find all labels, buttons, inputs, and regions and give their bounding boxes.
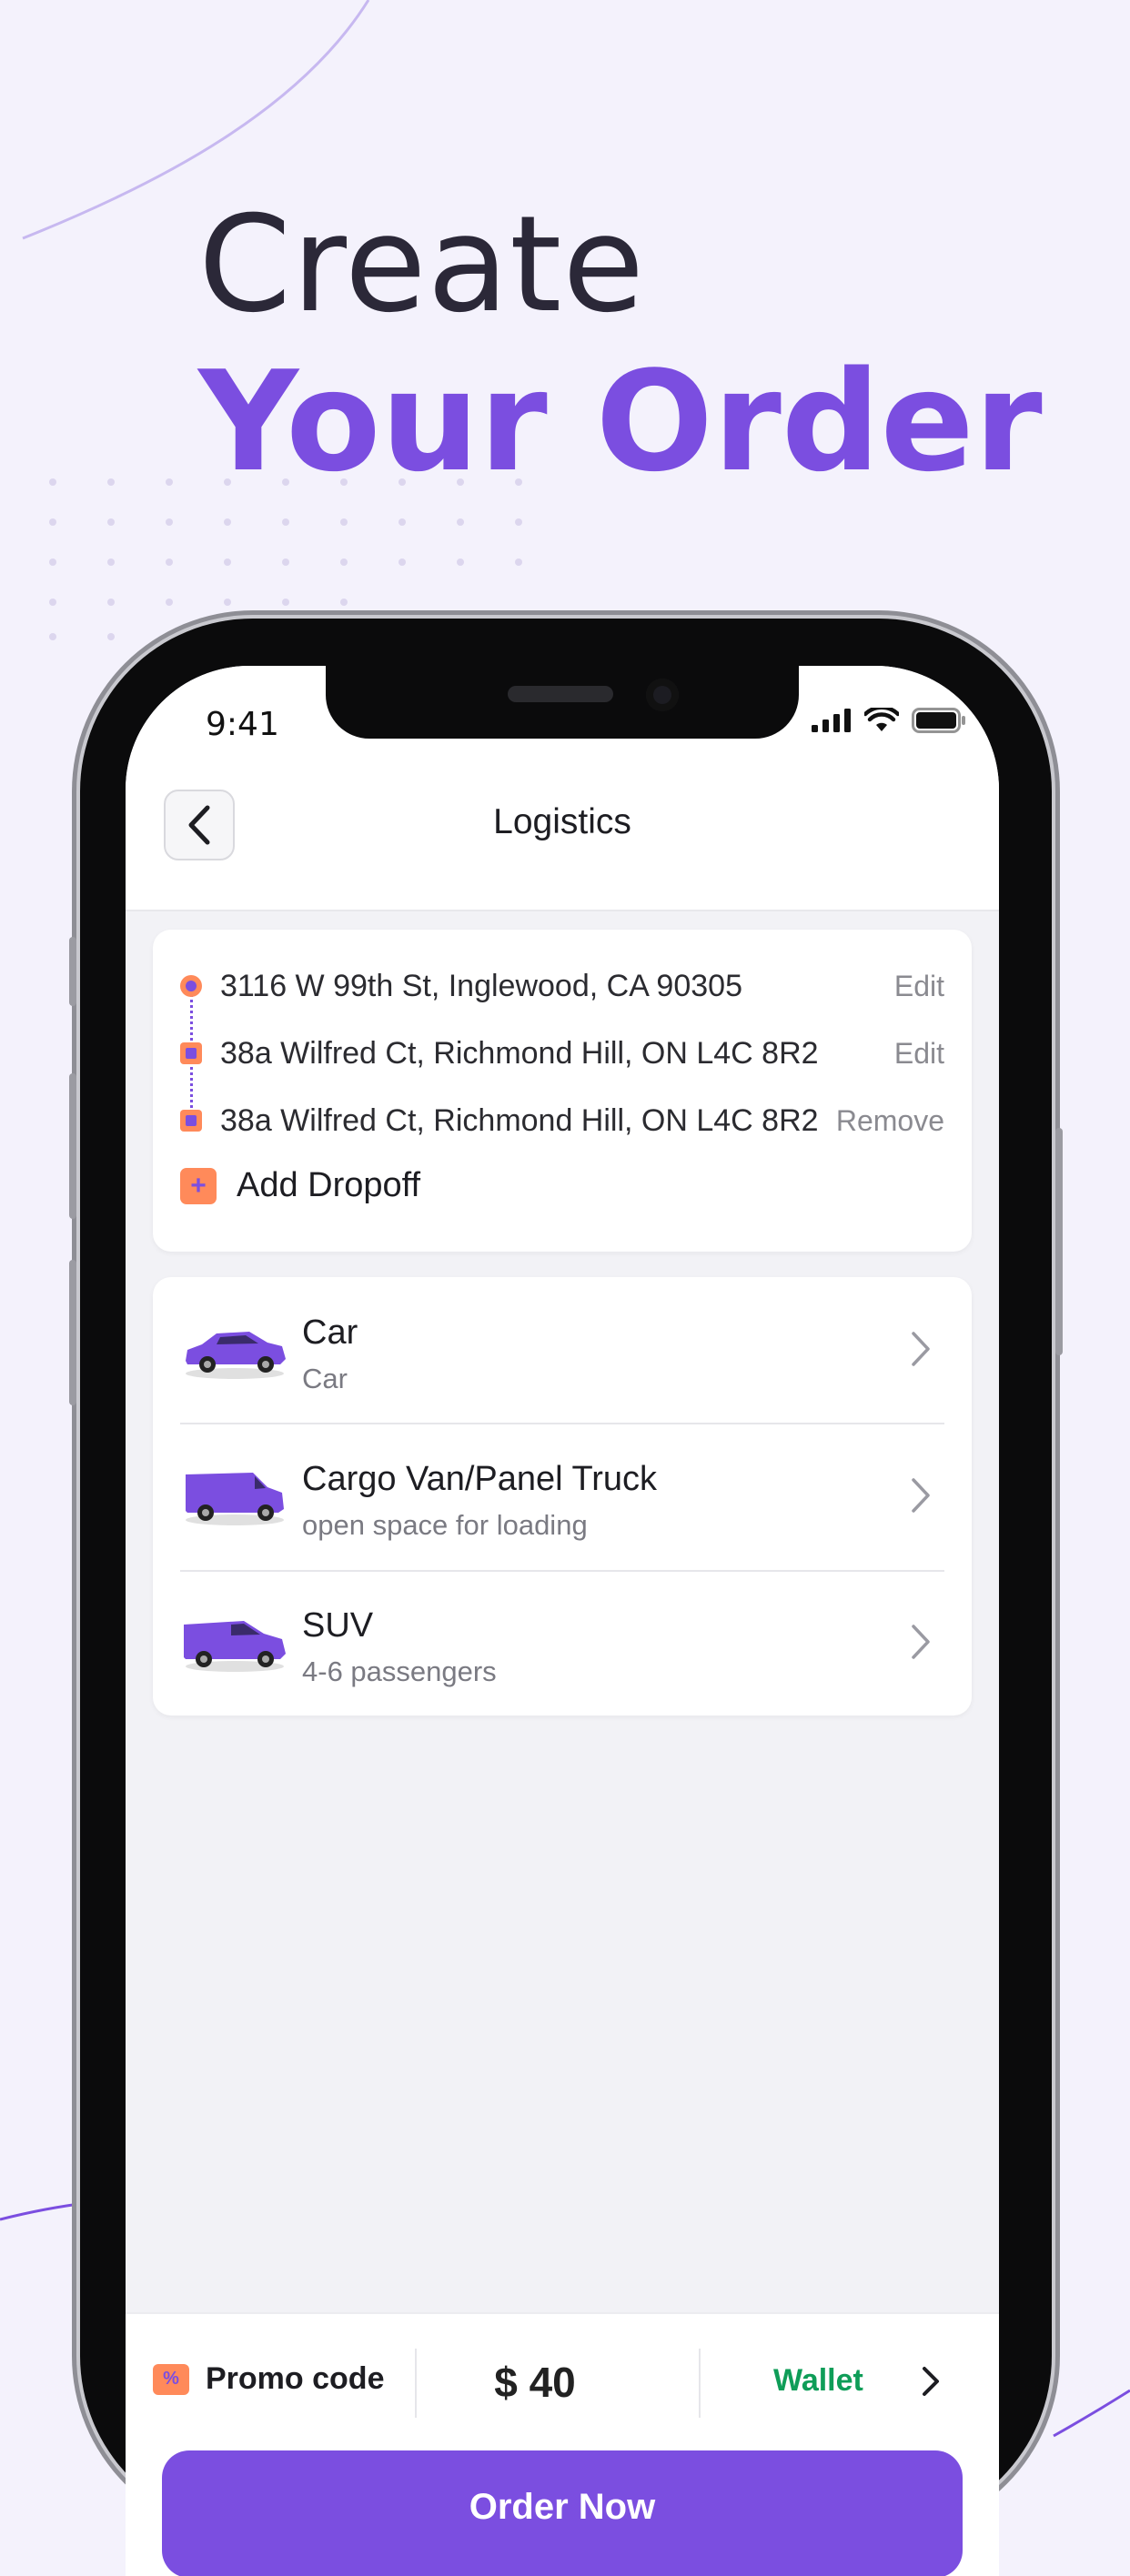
order-now-button[interactable]: Order Now [162,2450,963,2576]
divider [699,2349,701,2418]
route-stop: 38a Wilfred Ct, Richmond Hill, ON L4C 8R… [180,1093,944,1148]
chevron-right-icon [912,1478,930,1513]
mute-switch [69,937,76,1006]
vehicle-name: Cargo Van/Panel Truck [302,1460,658,1498]
phone-frame: 9:41 Logistics 3116 W 99th St, Inglewood… [69,619,1063,2576]
route-stop: 3116 W 99th St, Inglewood, CA 90305 Edit [180,959,944,1013]
page-title: Logistics [493,802,631,841]
vehicle-option-car[interactable]: Car Car [180,1279,944,1424]
vehicle-list: Car Car Cargo Van/Panel Truck open space… [153,1277,972,1716]
vehicle-option-suv[interactable]: SUV 4-6 passengers [180,1572,944,1717]
divider [415,2349,417,2418]
notch [326,666,799,739]
add-dropoff-button[interactable]: + Add Dropoff [180,1166,420,1205]
headline-line-1: Create [198,187,646,342]
divider [180,1423,944,1424]
speaker [508,686,613,702]
chevron-right-icon [912,1332,930,1366]
stop-address: 3116 W 99th St, Inglewood, CA 90305 [220,968,742,1003]
vehicle-name: Car [302,1313,358,1352]
add-dropoff-label: Add Dropoff [237,1166,421,1204]
chevron-right-icon[interactable] [921,2365,941,2398]
dropoff-marker-icon [180,1110,202,1132]
vehicle-description: open space for loading [302,1509,588,1541]
power-button [1055,1128,1063,1355]
car-icon [186,1332,286,1379]
nav-bar: Logistics [126,784,999,911]
vehicle-description: Car [302,1363,348,1394]
ticket-icon: % [153,2363,189,2395]
vehicle-description: 4-6 passengers [302,1655,497,1687]
stop-address: 38a Wilfred Ct, Richmond Hill, ON L4C 8R… [220,1102,819,1138]
promo-code-label: Promo code [206,2361,385,2396]
stop-address: 38a Wilfred Ct, Richmond Hill, ON L4C 8R… [220,1035,819,1071]
headline: Create Your Order [198,198,1043,491]
plus-icon: + [180,1167,217,1204]
wifi-icon [863,705,901,738]
pickup-marker-icon [180,975,202,997]
order-price: $ 40 [494,2359,576,2406]
vehicle-name: SUV [302,1606,374,1645]
signal-icon [812,709,852,737]
order-footer: % Promo code $ 40 Wallet Order Now [126,2312,999,2576]
van-icon [186,1473,284,1525]
dropoff-marker-icon [180,1042,202,1064]
wallet-button[interactable]: Wallet [773,2363,863,2399]
volume-up-button [69,1073,76,1219]
promo-code-button[interactable]: % Promo code [153,2361,384,2397]
suv-icon [184,1621,286,1672]
edit-stop-button[interactable]: Edit [894,970,944,1003]
battery-icon [912,708,966,738]
route-card: 3116 W 99th St, Inglewood, CA 90305 Edit… [153,930,972,1252]
edit-stop-button[interactable]: Edit [894,1037,944,1071]
phone-screen: 9:41 Logistics 3116 W 99th St, Inglewood… [126,666,999,2576]
volume-down-button [69,1260,76,1405]
headline-line-2: Your Order [198,341,1043,502]
vehicle-option-cargo-van[interactable]: Cargo Van/Panel Truck open space for loa… [180,1425,944,1571]
route-stop: 38a Wilfred Ct, Richmond Hill, ON L4C 8R… [180,1026,944,1081]
chevron-right-icon [912,1625,930,1659]
status-time: 9:41 [206,706,279,743]
front-camera [646,679,679,711]
remove-stop-button[interactable]: Remove [836,1104,944,1138]
